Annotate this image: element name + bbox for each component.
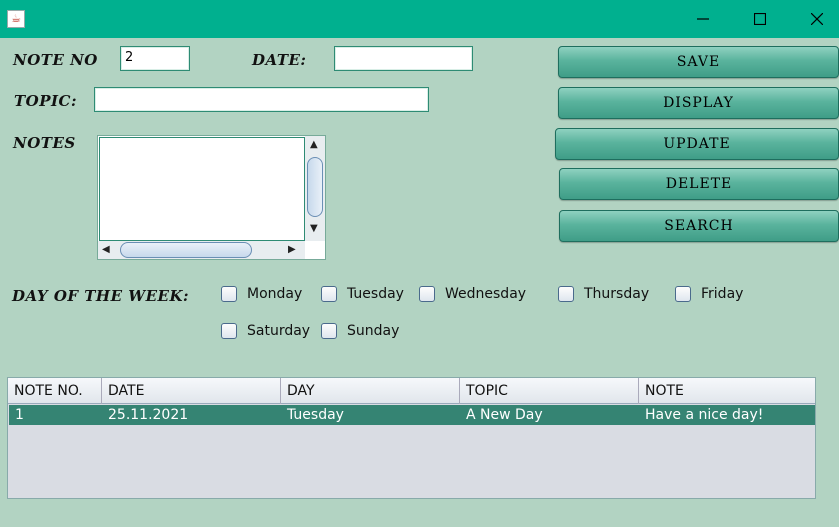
date-label: DATE: [252,51,307,69]
cell-topic: A New Day [466,407,543,423]
java-cup-icon: ☕ [7,10,25,28]
checkbox-icon[interactable] [221,323,237,339]
checkbox-icon[interactable] [419,286,435,302]
column-header-note-no[interactable]: NOTE NO. [8,378,102,404]
tuesday-checkbox[interactable]: Tuesday [321,286,404,302]
horizontal-scroll-thumb[interactable] [120,242,252,258]
column-header-topic[interactable]: TOPIC [460,378,639,404]
save-button[interactable]: SAVE [558,46,839,78]
checkbox-icon[interactable] [321,286,337,302]
saturday-checkbox[interactable]: Saturday [221,323,310,339]
minimize-icon [697,18,709,20]
column-header-date[interactable]: DATE [102,378,281,404]
sunday-checkbox[interactable]: Sunday [321,323,399,339]
cell-date: 25.11.2021 [108,407,189,423]
note-no-field[interactable]: 2 [120,46,190,71]
friday-checkbox[interactable]: Friday [675,286,743,302]
display-button[interactable]: DISPLAY [558,87,839,119]
column-header-day[interactable]: DAY [281,378,460,404]
delete-button[interactable]: DELETE [559,168,839,200]
checkbox-icon[interactable] [221,286,237,302]
checkbox-icon[interactable] [558,286,574,302]
scroll-right-icon[interactable]: ▶ [288,245,296,255]
close-icon [811,13,823,25]
wednesday-checkbox[interactable]: Wednesday [419,286,526,302]
close-button[interactable] [794,4,839,34]
scroll-down-icon[interactable]: ▼ [310,224,318,234]
topic-field[interactable] [94,87,429,112]
thursday-checkbox[interactable]: Thursday [558,286,649,302]
horizontal-scrollbar[interactable]: ◀ ▶ [98,241,305,259]
cell-day: Tuesday [287,407,344,423]
table-row[interactable]: 1 25.11.2021 Tuesday A New Day Have a ni… [9,405,815,425]
notes-label: NOTES [13,134,76,152]
search-button[interactable]: SEARCH [559,210,839,242]
cell-note: Have a nice day! [645,407,764,423]
notes-textarea[interactable] [99,137,305,241]
day-of-week-label: DAY OF THE WEEK: [12,287,190,305]
date-field[interactable] [334,46,473,71]
cell-note-no: 1 [15,407,24,423]
update-button[interactable]: UPDATE [555,128,839,160]
vertical-scroll-thumb[interactable] [307,157,323,217]
checkbox-icon[interactable] [675,286,691,302]
topic-label: TOPIC: [14,92,77,110]
column-header-note[interactable]: NOTE [639,378,815,404]
title-bar: ☕ [0,0,839,38]
scroll-up-icon[interactable]: ▲ [310,140,318,150]
scroll-left-icon[interactable]: ◀ [102,245,110,255]
maximize-icon [754,13,766,25]
maximize-button[interactable] [737,4,783,34]
note-no-label: NOTE NO [13,51,98,69]
checkbox-icon[interactable] [321,323,337,339]
notes-scroll-pane: ▲ ▼ ◀ ▶ [97,135,326,260]
monday-checkbox[interactable]: Monday [221,286,302,302]
minimize-button[interactable] [680,4,726,34]
vertical-scrollbar[interactable]: ▲ ▼ [305,136,325,241]
notes-table[interactable]: NOTE NO. DATE DAY TOPIC NOTE 1 25.11.202… [7,377,816,499]
table-header: NOTE NO. DATE DAY TOPIC NOTE [8,378,815,404]
